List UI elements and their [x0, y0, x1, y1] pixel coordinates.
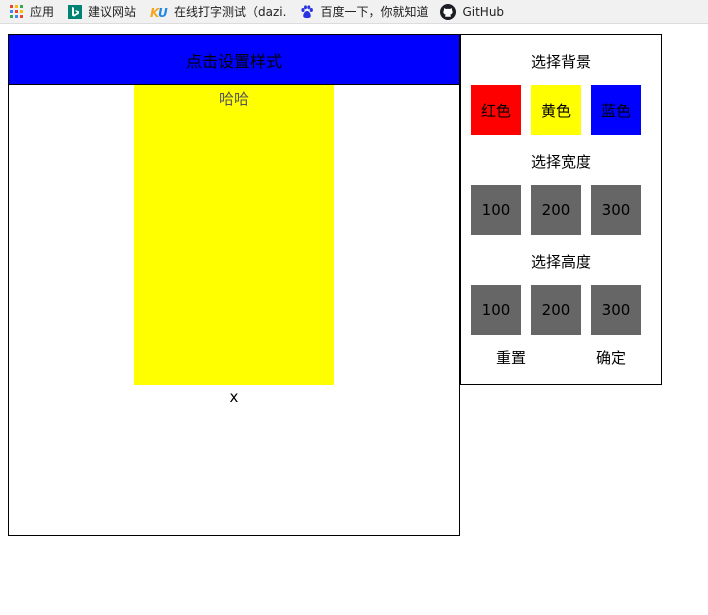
close-button[interactable]: x: [224, 388, 244, 408]
bookmark-label: GitHub: [462, 4, 505, 19]
set-style-button[interactable]: 点击设置样式: [9, 35, 459, 85]
width-300-option[interactable]: 300: [591, 185, 641, 235]
github-icon: [440, 3, 457, 20]
bookmark-baidu[interactable]: 百度一下，你就知道: [300, 0, 428, 24]
bg-red-option[interactable]: 红色: [471, 85, 521, 135]
baidu-paw-icon: [301, 4, 314, 18]
style-settings-panel: 选择背景 红色 黄色 蓝色 选择宽度 100 200 300 选择高度 100 …: [460, 34, 662, 385]
bg-blue-option[interactable]: 蓝色: [591, 85, 641, 135]
bookmark-label: 建议网站: [88, 5, 137, 19]
bookmark-label: 应用: [30, 5, 55, 19]
width-200-option[interactable]: 200: [531, 185, 581, 235]
width-section-title: 选择宽度: [530, 153, 591, 171]
bookmark-label: 在线打字测试（dazi.: [174, 5, 287, 19]
bookmark-apps[interactable]: 应用: [10, 0, 54, 24]
bookmark-github[interactable]: GitHub: [440, 0, 504, 24]
height-300-option[interactable]: 300: [591, 285, 641, 335]
reset-button[interactable]: 重置: [481, 347, 541, 368]
height-section-title: 选择高度: [530, 253, 591, 271]
bookmark-suggested-sites[interactable]: 建议网站: [68, 0, 136, 24]
svg-text:U: U: [158, 6, 168, 19]
ku-icon: K U: [150, 6, 168, 19]
apps-grid-icon: [10, 4, 23, 18]
background-section-title: 选择背景: [530, 53, 591, 71]
styled-box: 哈哈: [134, 85, 334, 385]
bing-icon: [68, 4, 83, 19]
confirm-button[interactable]: 确定: [581, 347, 641, 368]
bookmarks-bar: 应用 建议网站 K U 在线打字测试（dazi. 百度一下，你就知道 GitHu…: [0, 0, 708, 24]
demo-container: 点击设置样式 哈哈 x: [8, 34, 460, 536]
height-100-option[interactable]: 100: [471, 285, 521, 335]
bookmark-typing-test[interactable]: K U 在线打字测试（dazi.: [150, 0, 286, 24]
styled-box-text: 哈哈: [218, 90, 249, 108]
bookmark-label: 百度一下，你就知道: [320, 5, 429, 19]
bg-yellow-option[interactable]: 黄色: [531, 85, 581, 135]
width-100-option[interactable]: 100: [471, 185, 521, 235]
height-200-option[interactable]: 200: [531, 285, 581, 335]
